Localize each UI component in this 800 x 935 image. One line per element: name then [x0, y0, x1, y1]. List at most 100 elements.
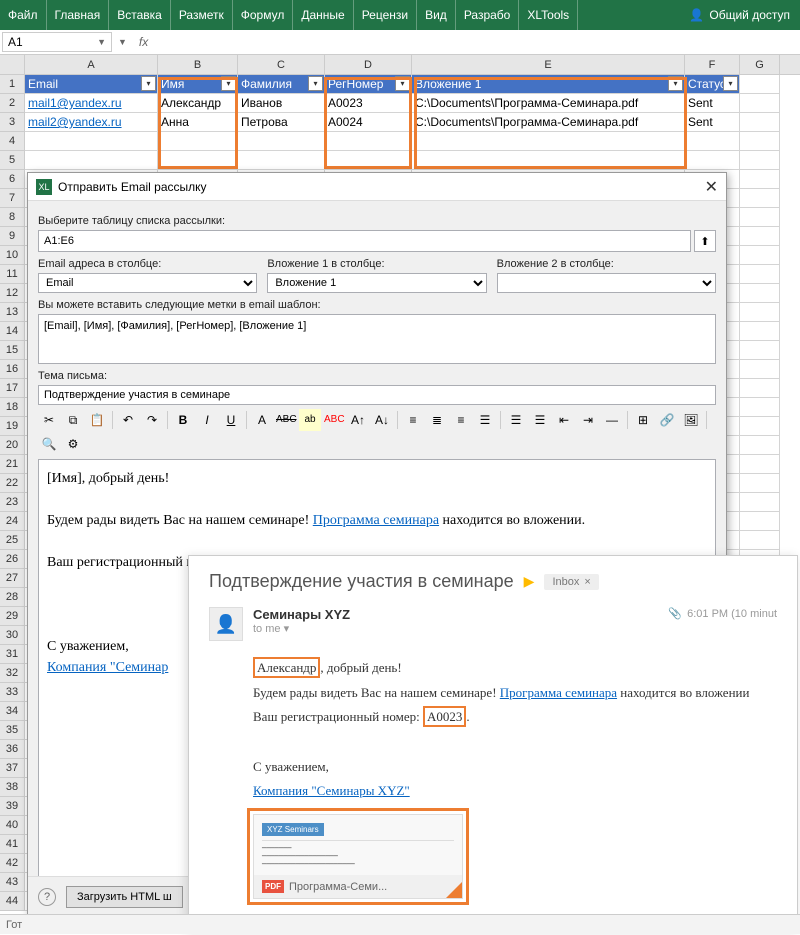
row-header[interactable]: 23	[0, 493, 25, 512]
filter-icon[interactable]: ▾	[668, 76, 683, 91]
indent-icon[interactable]: ⇥	[577, 409, 599, 431]
row-header[interactable]: 30	[0, 626, 25, 645]
tab-file[interactable]: Файл	[0, 0, 47, 30]
tab-insert[interactable]: Вставка	[109, 0, 171, 30]
table-header-email[interactable]: Email▾	[25, 75, 158, 94]
col-header-G[interactable]: G	[740, 55, 780, 74]
numbered-list-icon[interactable]: ☰	[529, 409, 551, 431]
row-header[interactable]: 14	[0, 322, 25, 341]
row-header[interactable]: 31	[0, 645, 25, 664]
row-header[interactable]: 28	[0, 588, 25, 607]
row-header[interactable]: 12	[0, 284, 25, 303]
company-link[interactable]: Компания "Семинар	[47, 660, 168, 675]
find-icon[interactable]: 🔍	[38, 433, 60, 455]
row-header[interactable]: 19	[0, 417, 25, 436]
row-header[interactable]: 32	[0, 664, 25, 683]
row-header[interactable]: 3	[0, 113, 25, 132]
decrease-font-icon[interactable]: A↓	[371, 409, 393, 431]
link-icon[interactable]: 🔗	[656, 409, 678, 431]
align-center-icon[interactable]: ≣	[426, 409, 448, 431]
range-picker-button[interactable]: ⬆	[694, 230, 716, 252]
table-row[interactable]: 5	[0, 151, 800, 170]
program-link[interactable]: Программа семинара	[500, 685, 617, 700]
col-header-F[interactable]: F	[685, 55, 740, 74]
range-input[interactable]	[38, 230, 691, 252]
close-icon[interactable]: ✕	[705, 177, 718, 197]
tab-home[interactable]: Главная	[47, 0, 110, 30]
row-header[interactable]: 20	[0, 436, 25, 455]
row-header[interactable]: 29	[0, 607, 25, 626]
table-header-surname[interactable]: Фамилия▾	[238, 75, 325, 94]
bullet-list-icon[interactable]: ☰	[505, 409, 527, 431]
tab-review[interactable]: Рецензи	[354, 0, 417, 30]
row-header[interactable]: 44	[0, 892, 25, 911]
inbox-label[interactable]: Inbox ×	[544, 574, 598, 590]
font-icon[interactable]: A	[251, 409, 273, 431]
row-header[interactable]: 17	[0, 379, 25, 398]
chevron-down-icon[interactable]: ▼	[114, 37, 131, 47]
row-header[interactable]: 4	[0, 132, 25, 151]
row-header[interactable]: 26	[0, 550, 25, 569]
fx-icon[interactable]: fx	[131, 35, 156, 49]
row-header[interactable]: 18	[0, 398, 25, 417]
row-header[interactable]: 38	[0, 778, 25, 797]
share-button[interactable]: 👤 Общий доступ	[679, 8, 800, 22]
row-header[interactable]: 37	[0, 759, 25, 778]
select-all-corner[interactable]	[0, 55, 25, 74]
table-header-attachment[interactable]: Вложение 1▾	[412, 75, 685, 94]
font-color-icon[interactable]: ABC	[323, 409, 345, 431]
row-header[interactable]: 39	[0, 797, 25, 816]
row-header[interactable]: 34	[0, 702, 25, 721]
underline-icon[interactable]: U	[220, 409, 242, 431]
program-link[interactable]: Программа семинара	[313, 513, 439, 528]
label-icon[interactable]: ▶	[524, 573, 535, 590]
row-header[interactable]: 11	[0, 265, 25, 284]
attachment1-select[interactable]: Вложение 1	[267, 273, 486, 293]
strikethrough-icon[interactable]: ABC	[275, 409, 297, 431]
row-header[interactable]: 1	[0, 75, 25, 94]
italic-icon[interactable]: I	[196, 409, 218, 431]
redo-icon[interactable]: ↷	[141, 409, 163, 431]
justify-icon[interactable]: ☰	[474, 409, 496, 431]
row-header[interactable]: 8	[0, 208, 25, 227]
undo-icon[interactable]: ↶	[117, 409, 139, 431]
row-header[interactable]: 35	[0, 721, 25, 740]
tab-formulas[interactable]: Формул	[233, 0, 294, 30]
hr-icon[interactable]: —	[601, 409, 623, 431]
row-header[interactable]: 36	[0, 740, 25, 759]
filter-icon[interactable]: ▾	[723, 76, 738, 91]
table-header-regno[interactable]: РегНомер▾	[325, 75, 412, 94]
tab-data[interactable]: Данные	[293, 0, 353, 30]
align-right-icon[interactable]: ≡	[450, 409, 472, 431]
name-box[interactable]: A1 ▼	[2, 32, 112, 52]
row-header[interactable]: 9	[0, 227, 25, 246]
col-header-B[interactable]: B	[158, 55, 238, 74]
increase-font-icon[interactable]: A↑	[347, 409, 369, 431]
row-header[interactable]: 7	[0, 189, 25, 208]
row-header[interactable]: 16	[0, 360, 25, 379]
col-header-D[interactable]: D	[325, 55, 412, 74]
filter-icon[interactable]: ▾	[395, 76, 410, 91]
row-header[interactable]: 27	[0, 569, 25, 588]
row-header[interactable]: 22	[0, 474, 25, 493]
attachment2-select[interactable]	[497, 273, 716, 293]
row-header[interactable]: 24	[0, 512, 25, 531]
recipient[interactable]: to me ▾	[253, 622, 350, 635]
help-icon[interactable]: ?	[38, 888, 56, 906]
row-header[interactable]: 40	[0, 816, 25, 835]
col-header-C[interactable]: C	[238, 55, 325, 74]
filter-icon[interactable]: ▾	[308, 76, 323, 91]
source-icon[interactable]: ⚙	[62, 433, 84, 455]
row-header[interactable]: 25	[0, 531, 25, 550]
tab-view[interactable]: Вид	[417, 0, 456, 30]
row-header[interactable]: 10	[0, 246, 25, 265]
bold-icon[interactable]: B	[172, 409, 194, 431]
align-left-icon[interactable]: ≡	[402, 409, 424, 431]
row-header[interactable]: 43	[0, 873, 25, 892]
table-row[interactable]: 4	[0, 132, 800, 151]
tab-layout[interactable]: Разметк	[171, 0, 233, 30]
copy-icon[interactable]: ⧉	[62, 409, 84, 431]
tab-xltools[interactable]: XLTools	[519, 0, 578, 30]
load-html-button[interactable]: Загрузить HTML ш	[66, 886, 183, 908]
row-header[interactable]: 41	[0, 835, 25, 854]
